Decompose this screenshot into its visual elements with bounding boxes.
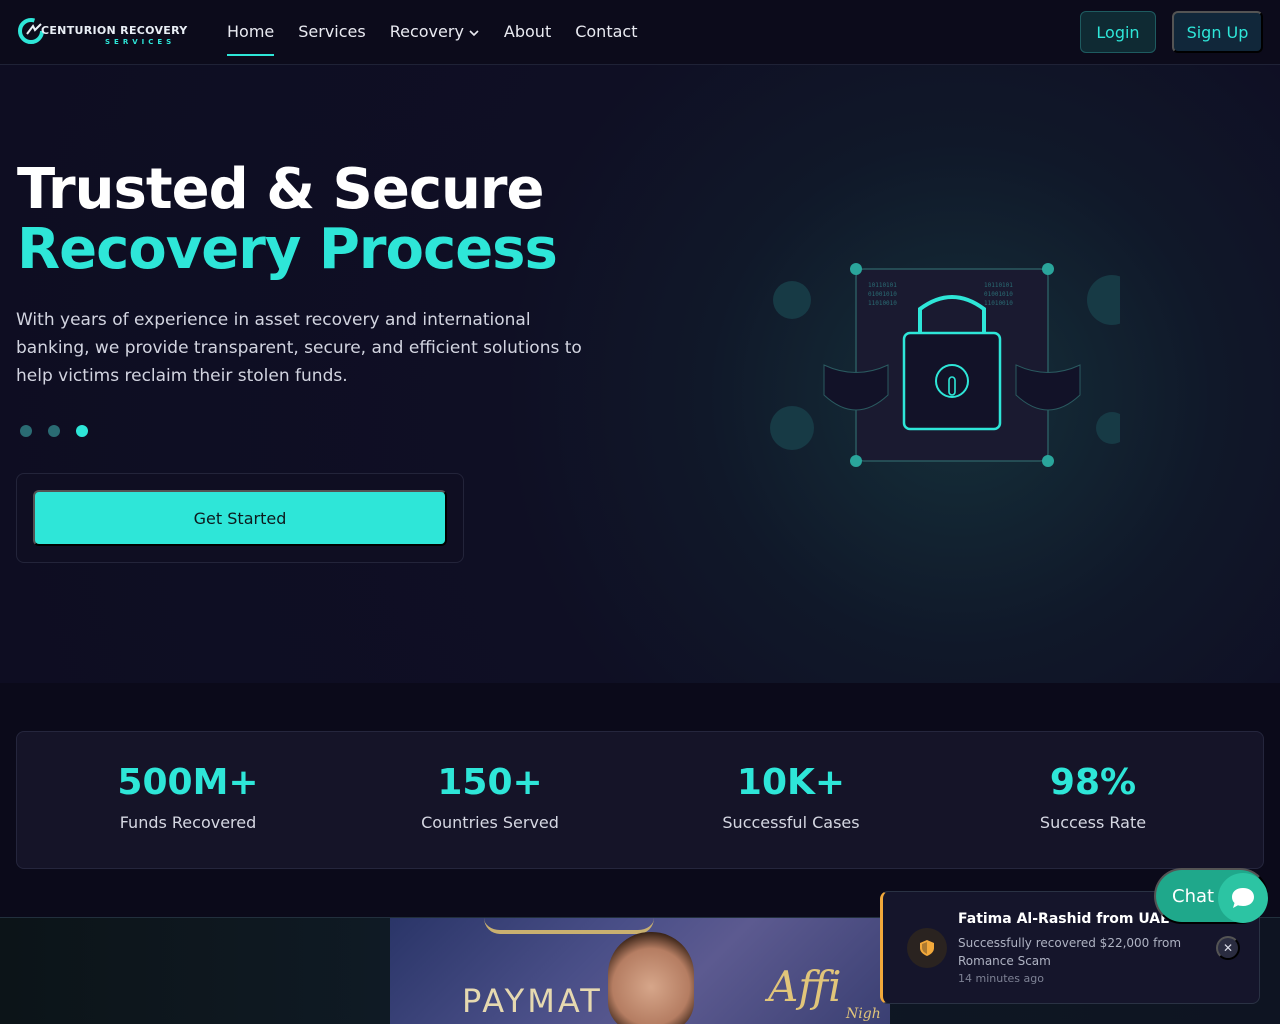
cta-container: Get Started [16,473,464,563]
stat-value: 500M+ [117,762,259,803]
chat-button[interactable]: Chat [1154,868,1268,924]
brand-subtitle: SERVICES [105,38,176,46]
hero-title-line1: Trusted & Secure [17,157,544,222]
binary-text-4: 10110101 [984,282,1013,289]
toast-message: Successfully recovered $22,000 from Roma… [958,936,1182,968]
event-photo: PAYMAT Affi Nigh [390,918,890,1024]
nav-services[interactable]: Services [298,22,365,41]
hero-title-line2: Recovery Process [17,217,558,282]
binary-text-1: 10110101 [868,282,897,289]
toast-time: 14 minutes ago [958,972,1044,985]
hero-section: Trusted & Secure Recovery Process With y… [0,65,1280,683]
stats-panel: 500M+ Funds Recovered 150+ Countries Ser… [16,731,1264,869]
main-nav: Home Services Recovery About Contact [227,22,661,56]
nav-home[interactable]: Home [227,22,275,56]
toast-close-button[interactable]: ✕ [1216,936,1240,960]
stat-countries-served: 150+ Countries Served [360,762,620,832]
stat-label: Success Rate [1039,813,1147,832]
photo-person [608,932,694,1024]
stat-value: 150+ [437,762,543,803]
stat-successful-cases: 10K+ Successful Cases [661,762,921,832]
carousel-dots [20,425,88,437]
stat-label: Funds Recovered [119,813,257,832]
lock-illustration-icon: 10110101 01001010 11010010 10110101 0100… [770,263,1120,467]
stat-label: Countries Served [421,813,559,832]
stat-value: 10K+ [736,762,846,803]
brand-name: CENTURION RECOVERY [41,24,188,37]
shield-icon [920,940,934,956]
stat-funds-recovered: 500M+ Funds Recovered [58,762,318,832]
nav-recovery[interactable]: Recovery [390,22,480,41]
carousel-dot-2[interactable] [48,425,60,437]
signup-button[interactable]: Sign Up [1172,11,1263,53]
photo-script-text: Affi [768,962,842,1011]
login-button[interactable]: Login [1080,11,1156,53]
photo-decor [484,918,654,934]
photo-script-subtext: Nigh [846,1006,881,1022]
chat-bubble-icon [1218,873,1268,923]
get-started-button[interactable]: Get Started [33,490,447,546]
stats-section: 500M+ Funds Recovered 150+ Countries Ser… [0,683,1280,917]
toast-icon-wrap [907,928,947,968]
stat-label: Successful Cases [722,813,860,832]
binary-text-6: 11010010 [984,300,1013,307]
stat-success-rate: 98% Success Rate [963,762,1223,832]
carousel-dot-1[interactable] [20,425,32,437]
chevron-down-icon [469,29,479,36]
toast-title: Fatima Al-Rashid from UAE [958,911,1170,927]
hero-description: With years of experience in asset recove… [16,310,582,386]
binary-text-2: 01001010 [868,291,897,298]
carousel-dot-3[interactable] [76,425,88,437]
top-navbar: CENTURION RECOVERY SERVICES Home Service… [0,0,1280,65]
hero-title: Trusted & Secure Recovery Process [17,157,558,282]
binary-text-3: 11010010 [868,300,897,307]
nav-recovery-label: Recovery [389,22,464,41]
brand-logo[interactable]: CENTURION RECOVERY SERVICES [17,16,187,48]
nav-about[interactable]: About [504,22,551,41]
binary-text-5: 01001010 [984,291,1013,298]
nav-contact[interactable]: Contact [575,22,637,41]
photo-banner-text: PAYMAT [462,982,603,1020]
chat-label: Chat [1172,885,1215,907]
stat-value: 98% [1049,762,1137,803]
